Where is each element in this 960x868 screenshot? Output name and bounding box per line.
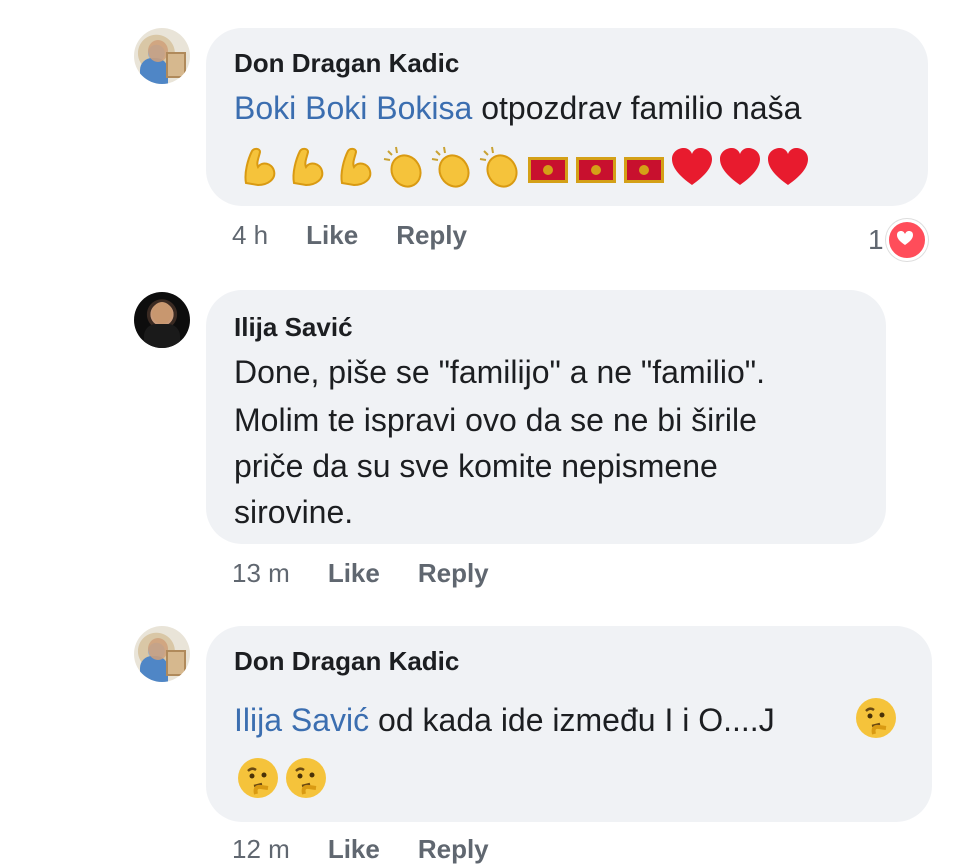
comment-line: sirovine.	[234, 494, 354, 530]
comment-body: otpozdrav familio naša	[472, 90, 802, 126]
thinking-face-icon	[282, 754, 330, 802]
timestamp[interactable]: 12 m	[232, 834, 290, 865]
thinking-face-icon	[234, 754, 282, 802]
comment-author[interactable]: Don Dragan Kadic	[234, 646, 459, 677]
montenegro-flag-icon	[524, 143, 572, 191]
reply-button[interactable]: Reply	[396, 220, 467, 251]
emoji-row	[234, 754, 330, 802]
like-button[interactable]: Like	[328, 558, 380, 589]
avatar-ilija-savic[interactable]	[134, 292, 190, 348]
reaction-summary[interactable]: 1	[868, 219, 928, 261]
comment-meta: 12 m Like Reply	[232, 834, 489, 865]
flexed-biceps-icon	[332, 143, 380, 191]
flexed-biceps-icon	[284, 143, 332, 191]
mention-link[interactable]: Boki Boki Bokisa	[234, 90, 472, 126]
comment-line: priče da su sve komite nepismene	[234, 448, 718, 484]
emoji-row	[236, 143, 812, 191]
clapping-hands-icon	[428, 143, 476, 191]
red-heart-icon	[668, 143, 716, 191]
comment-body: od kada ide između I i O....J	[369, 702, 775, 738]
avatar-don-dragan-kadic[interactable]	[134, 28, 190, 84]
comment-line: Done, piše se "familijo" a ne "familio".	[234, 354, 765, 390]
mention-link[interactable]: Ilija Savić	[234, 702, 369, 738]
comment-author[interactable]: Ilija Savić	[234, 312, 353, 343]
comment-text: Ilija Savić od kada ide između I i O....…	[234, 696, 775, 744]
timestamp[interactable]: 4 h	[232, 220, 268, 251]
reaction-count: 1	[868, 224, 884, 255]
reply-button[interactable]: Reply	[418, 558, 489, 589]
flexed-biceps-icon	[236, 143, 284, 191]
red-heart-icon	[716, 143, 764, 191]
comment-meta: 13 m Like Reply	[232, 558, 489, 589]
like-button[interactable]: Like	[328, 834, 380, 865]
comment-line: Molim te ispravi ovo da se ne bi širile	[234, 402, 757, 438]
montenegro-flag-icon	[620, 143, 668, 191]
montenegro-flag-icon	[572, 143, 620, 191]
comment-author[interactable]: Don Dragan Kadic	[234, 48, 459, 79]
reply-button[interactable]: Reply	[418, 834, 489, 865]
avatar-don-dragan-kadic[interactable]	[134, 626, 190, 682]
thinking-face-icon	[852, 694, 900, 742]
comment-meta: 4 h Like Reply	[232, 220, 467, 251]
timestamp[interactable]: 13 m	[232, 558, 290, 589]
heart-icon	[885, 219, 928, 261]
red-heart-icon	[764, 143, 812, 191]
comment-text: Boki Boki Bokisa otpozdrav familio naša	[234, 84, 801, 132]
clapping-hands-icon	[476, 143, 524, 191]
like-button[interactable]: Like	[306, 220, 358, 251]
clapping-hands-icon	[380, 143, 428, 191]
